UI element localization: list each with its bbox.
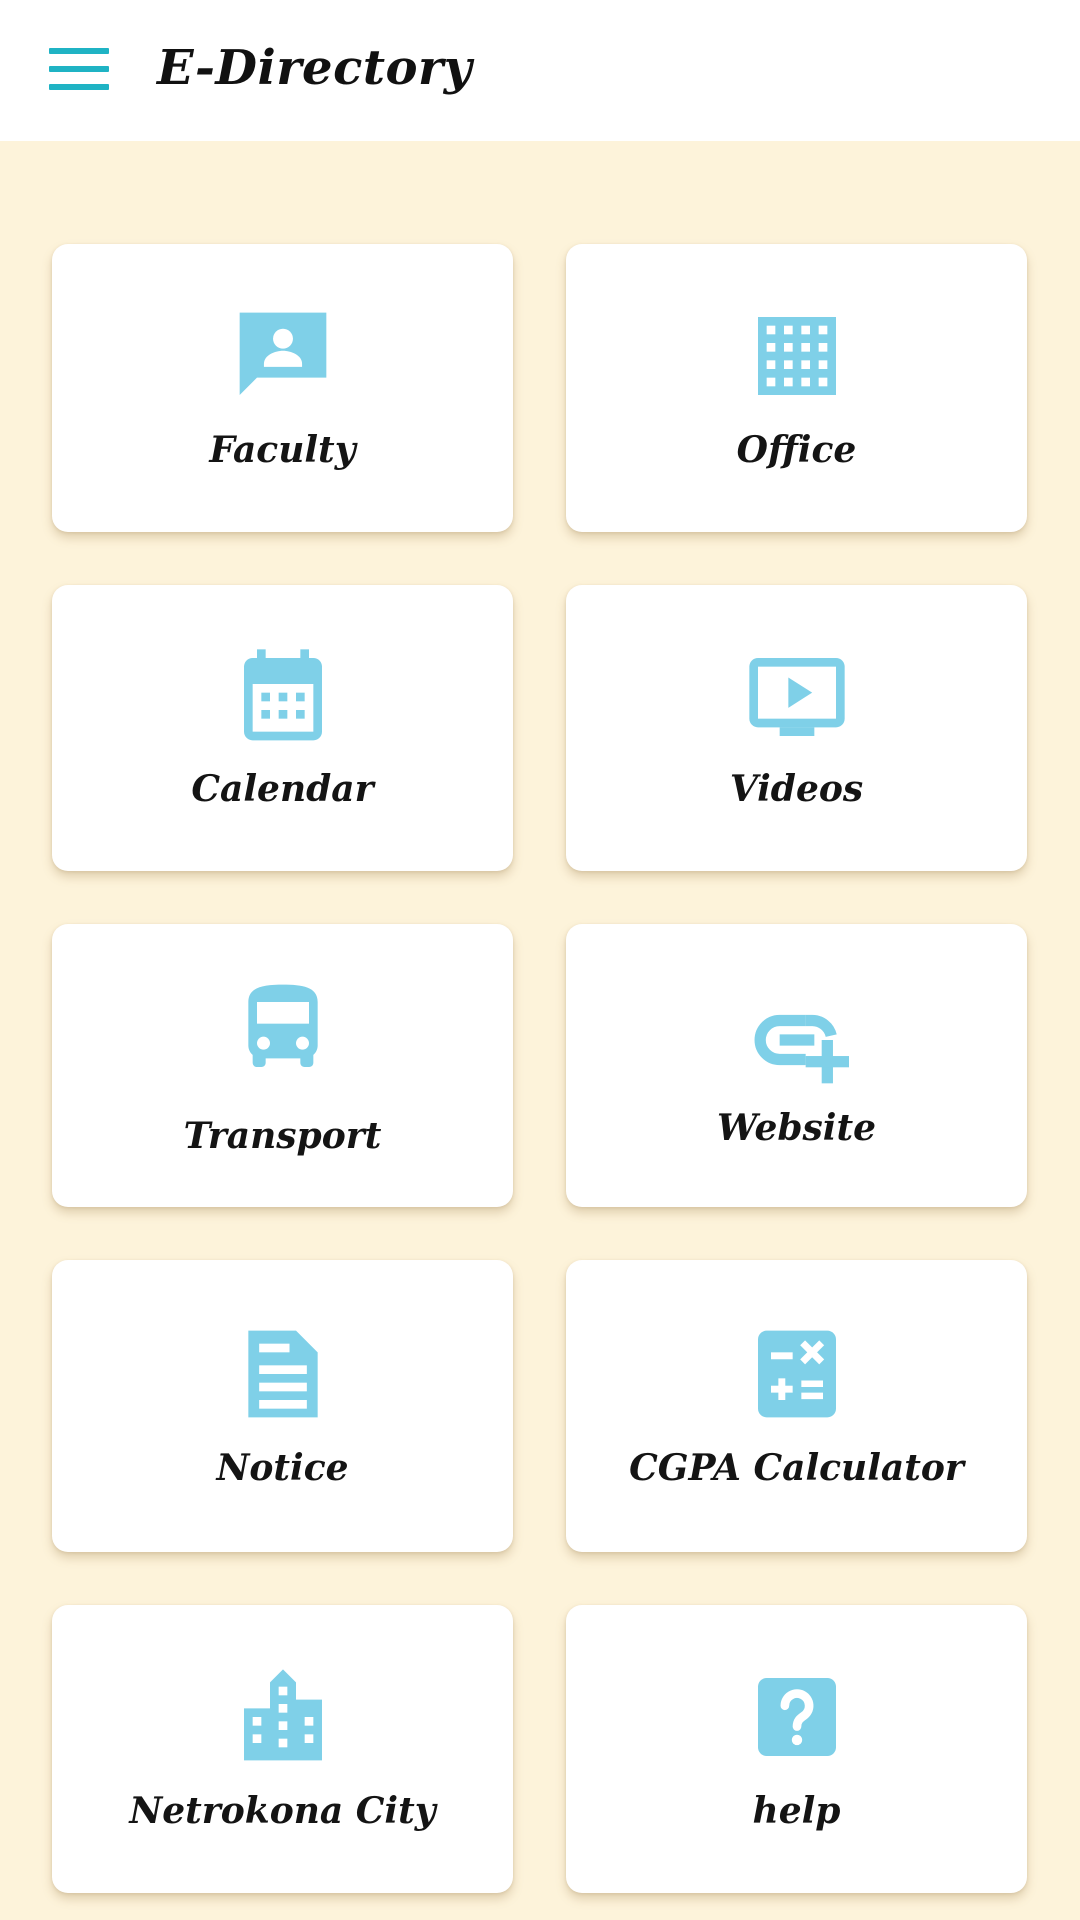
- office-card[interactable]: Office: [566, 244, 1027, 532]
- office-building-grid-icon: [745, 304, 849, 408]
- document-icon: [231, 1322, 335, 1426]
- video-play-icon: [745, 645, 849, 749]
- card-label: Transport: [183, 1115, 382, 1157]
- card-label: Notice: [216, 1447, 349, 1489]
- help-icon: [745, 1665, 849, 1769]
- card-label: Faculty: [209, 429, 356, 471]
- bus-icon: [231, 976, 335, 1080]
- calendar-icon: [231, 645, 335, 749]
- card-label: help: [752, 1790, 841, 1832]
- add-link-icon: [745, 988, 849, 1092]
- contact-message-icon: [231, 304, 335, 408]
- card-label: Website: [716, 1107, 877, 1149]
- card-label: Office: [736, 429, 857, 471]
- calendar-card[interactable]: Calendar: [52, 585, 513, 871]
- notice-card[interactable]: Notice: [52, 1260, 513, 1552]
- app-bar: E-Directory: [0, 0, 1080, 141]
- netrokona-city-card[interactable]: Netrokona City: [52, 1605, 513, 1893]
- app-title: E-Directory: [157, 40, 473, 96]
- calculator-icon: [745, 1322, 849, 1426]
- card-label: Videos: [729, 768, 864, 810]
- faculty-card[interactable]: Faculty: [52, 244, 513, 532]
- help-card[interactable]: help: [566, 1605, 1027, 1893]
- menu-button[interactable]: [40, 40, 118, 98]
- cgpa-calculator-card[interactable]: CGPA Calculator: [566, 1260, 1027, 1552]
- website-card[interactable]: Website: [566, 924, 1027, 1207]
- card-label: CGPA Calculator: [629, 1447, 964, 1489]
- videos-card[interactable]: Videos: [566, 585, 1027, 871]
- card-label: Netrokona City: [129, 1790, 436, 1832]
- card-label: Calendar: [191, 768, 374, 810]
- city-icon: [231, 1665, 335, 1769]
- transport-card[interactable]: Transport: [52, 924, 513, 1207]
